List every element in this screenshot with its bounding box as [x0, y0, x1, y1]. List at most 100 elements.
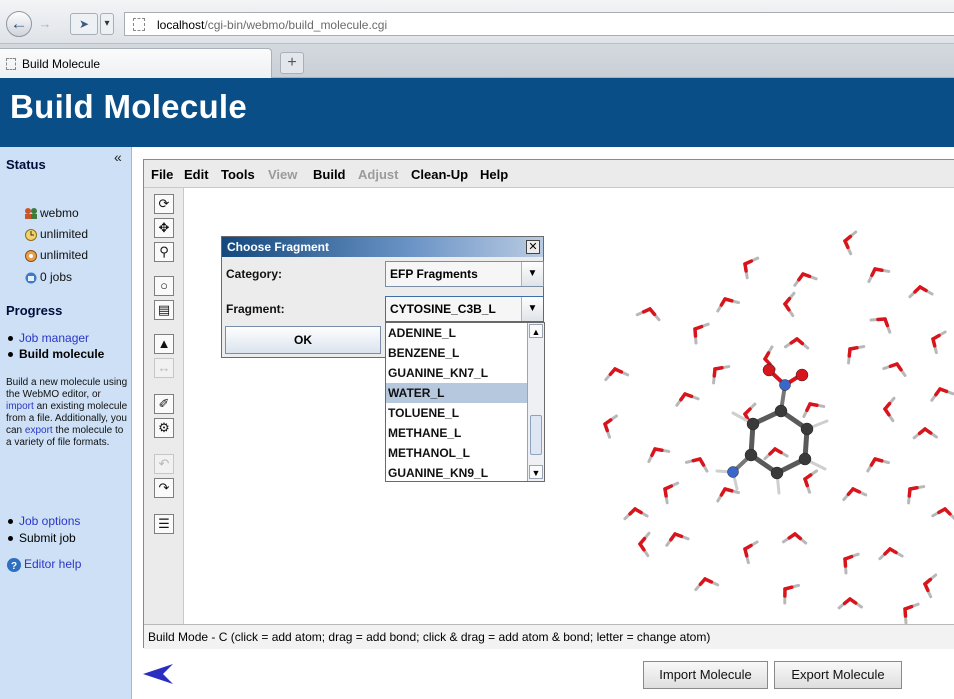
job-options-link[interactable]: Job options: [19, 514, 80, 528]
water-bond: [803, 477, 810, 488]
svg-text:?: ?: [11, 561, 17, 572]
history-icon[interactable]: ➤: [70, 13, 98, 35]
water-bond: [638, 542, 646, 552]
editor-help-link[interactable]: Editor help: [24, 557, 81, 571]
tab-label: Build Molecule: [22, 57, 101, 71]
import-molecule-button[interactable]: Import Molecule: [643, 661, 768, 689]
carbon-atom: [800, 422, 814, 436]
tab-build-molecule[interactable]: Build Molecule: [0, 48, 272, 78]
dialog-titlebar[interactable]: Choose Fragment ✕: [222, 237, 543, 257]
address-bar[interactable]: localhost/cgi-bin/webmo/build_molecule.c…: [124, 12, 954, 36]
fragment-option-selected[interactable]: WATER_L: [386, 383, 527, 403]
export-molecule-button[interactable]: Export Molecule: [774, 661, 902, 689]
quota-icon: [25, 250, 37, 262]
chevron-down-icon[interactable]: ▼: [521, 262, 543, 286]
page-icon: [133, 18, 145, 31]
water-bond: [913, 285, 922, 294]
adjust-tool-icon[interactable]: ⚙: [154, 418, 174, 438]
carbon-atom: [774, 404, 788, 418]
status-text: 0 jobs: [40, 270, 73, 284]
fragment-option[interactable]: GUANINE_KN9_L: [386, 463, 527, 483]
chevron-down-icon[interactable]: ▼: [521, 297, 543, 321]
url-path: /cgi-bin/webmo/build_molecule.cgi: [204, 18, 388, 32]
water-bond: [883, 547, 892, 556]
export-link[interactable]: export: [25, 425, 53, 436]
progress-item-job-options[interactable]: Job options: [8, 514, 80, 528]
progress-item-job-manager[interactable]: Job manager: [8, 331, 89, 345]
fragment-option[interactable]: BENZENE_L: [386, 343, 527, 363]
cleanup-tool-icon[interactable]: ✐: [154, 394, 174, 414]
ok-button[interactable]: OK: [225, 326, 381, 354]
jobs-icon: [25, 272, 37, 284]
status-text: unlimited: [40, 248, 89, 262]
water-bond: [907, 487, 912, 498]
build-atom-tool-icon[interactable]: ○: [154, 276, 174, 296]
fragment-tool-icon[interactable]: ▤: [154, 300, 174, 320]
water-bond: [888, 362, 899, 369]
progress-item-build-molecule: Build molecule: [8, 347, 104, 361]
scroll-up-icon[interactable]: ▲: [529, 324, 543, 338]
oxygen-atom: [762, 363, 776, 377]
water-bond: [743, 547, 749, 558]
rotate-tool-icon[interactable]: ⟳: [154, 194, 174, 214]
url-text[interactable]: localhost/cgi-bin/webmo/build_molecule.c…: [157, 18, 387, 32]
close-icon[interactable]: ✕: [526, 240, 540, 254]
editor-toolbar: ⟳ ✥ ⚲ ○ ▤ ▲ ↔ ✐ ⚙ ↶ ↷ ☰: [144, 188, 184, 624]
fragment-option[interactable]: ADENINE_L: [386, 323, 527, 343]
carbon-atom: [744, 448, 758, 462]
water-bond: [870, 267, 877, 278]
menu-clean-up[interactable]: Clean-Up: [411, 167, 468, 182]
menu-tools[interactable]: Tools: [221, 167, 255, 182]
back-arrow-icon[interactable]: [143, 664, 175, 684]
oxygen-atom: [795, 368, 809, 382]
water-bond: [783, 302, 791, 312]
translate-tool-icon[interactable]: ✥: [154, 218, 174, 238]
tab-strip: Build Molecule +: [0, 44, 954, 78]
bullet-icon: [8, 519, 13, 525]
carbon-atom: [798, 452, 812, 466]
water-bond: [719, 487, 727, 497]
editor-help[interactable]: ? Editor help: [6, 557, 81, 573]
fragment-option[interactable]: METHANOL_L: [386, 443, 527, 463]
water-bond: [663, 487, 668, 498]
water-bond: [719, 297, 727, 307]
menu-view: View: [268, 167, 298, 182]
water-bond: [843, 239, 850, 250]
water-bond: [712, 367, 717, 378]
history-dropdown-icon[interactable]: ▾: [100, 13, 114, 35]
dropdown-scrollbar[interactable]: ▲ ▼: [527, 323, 544, 481]
category-select[interactable]: EFP Fragments ▼: [385, 261, 544, 287]
forward-arrow-icon[interactable]: →: [36, 15, 54, 33]
menu-file[interactable]: File: [151, 167, 173, 182]
import-link[interactable]: import: [6, 401, 34, 412]
new-tab-button[interactable]: +: [280, 52, 304, 74]
help-text-part: Build a new molecule using the WebMO edi…: [6, 377, 128, 400]
page-banner: Build Molecule: [0, 78, 954, 147]
water-bond: [937, 507, 947, 515]
collapse-icon[interactable]: «: [114, 149, 122, 165]
fragment-option[interactable]: TOLUENE_L: [386, 403, 527, 423]
menu-build[interactable]: Build: [313, 167, 346, 182]
fragment-option[interactable]: GUANINE_KN7_L: [386, 363, 527, 383]
select-tool-icon[interactable]: ▲: [154, 334, 174, 354]
job-manager-link[interactable]: Job manager: [19, 331, 89, 345]
water-bond: [923, 582, 930, 593]
zoom-tool-icon[interactable]: ⚲: [154, 242, 174, 262]
fragment-label: Fragment:: [226, 302, 285, 316]
help-icon: ?: [7, 558, 21, 572]
water-bond: [763, 357, 772, 366]
back-arrow-icon[interactable]: ←: [6, 11, 32, 37]
bullet-icon: [8, 352, 13, 358]
fragment-select[interactable]: CYTOSINE_C3B_L ▼: [385, 296, 544, 322]
menu-help[interactable]: Help: [480, 167, 508, 182]
scroll-thumb[interactable]: [530, 415, 542, 455]
progress-heading: Progress: [6, 303, 63, 318]
fragment-option[interactable]: METHANE_L: [386, 423, 527, 443]
menu-edit[interactable]: Edit: [184, 167, 209, 182]
redo-tool-icon[interactable]: ↷: [154, 478, 174, 498]
list-tool-icon[interactable]: ☰: [154, 514, 174, 534]
browser-toolbar: ← → ➤ ▾ localhost/cgi-bin/webmo/build_mo…: [0, 0, 954, 44]
scroll-down-icon[interactable]: ▼: [529, 465, 543, 479]
carbon-atom: [746, 417, 760, 431]
water-bond: [842, 597, 852, 606]
